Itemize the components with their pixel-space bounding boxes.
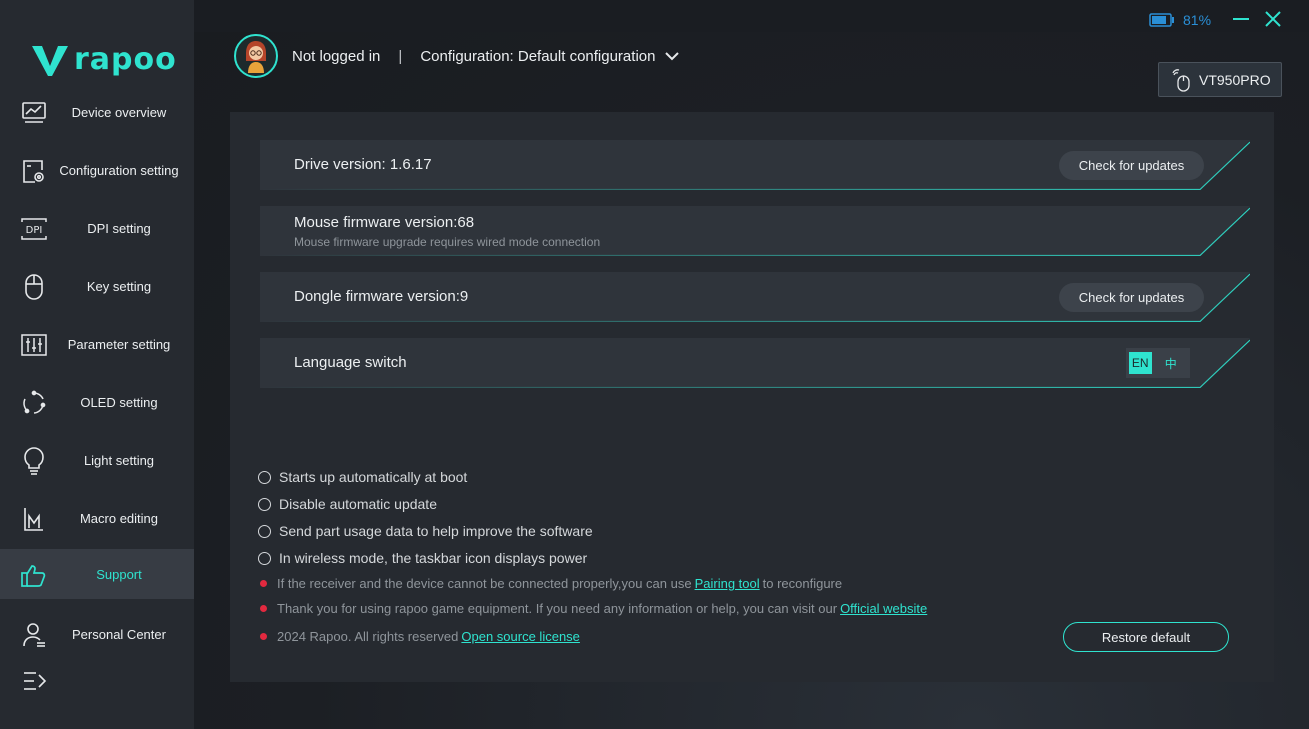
configuration-dropdown[interactable]: Configuration: Default configuration <box>420 47 680 65</box>
language-toggle: EN 中 <box>1126 348 1190 378</box>
device-name: VT950PRO <box>1199 71 1271 88</box>
option-label: Starts up automatically at boot <box>279 469 468 485</box>
header-separator: | <box>398 47 403 65</box>
support-panel: Drive version: 1.6.17 Check for updates … <box>230 112 1274 682</box>
option-autostart[interactable]: Starts up automatically at boot <box>258 469 467 485</box>
sidebar-item-personal-center[interactable]: Personal Center <box>0 609 194 659</box>
option-taskbar-power[interactable]: In wireless mode, the taskbar icon displ… <box>258 550 587 566</box>
radio-button[interactable] <box>258 551 271 565</box>
copyright-note: 2024 Rapoo. All rights reserved Open sou… <box>260 629 583 644</box>
option-label: Disable automatic update <box>279 496 437 512</box>
rapoo-logo: rapoo <box>32 42 177 77</box>
svg-text:DPI: DPI <box>26 225 43 236</box>
sidebar-item-label: OLED setting <box>80 394 158 410</box>
battery-percent: 81% <box>1183 12 1212 28</box>
official-website-link[interactable]: Official website <box>840 601 927 616</box>
minimize-icon[interactable] <box>1230 8 1252 30</box>
lang-en-button[interactable]: EN <box>1129 352 1152 374</box>
option-usage-data[interactable]: Send part usage data to help improve the… <box>258 523 593 539</box>
radio-button[interactable] <box>258 524 271 538</box>
sidebar-item-parameter-setting[interactable]: Parameter setting <box>0 319 194 369</box>
battery-icon <box>1149 13 1174 27</box>
sidebar-item-label: Device overview <box>71 104 167 120</box>
sidebar-item-macro-editing[interactable]: Macro editing <box>0 493 194 543</box>
mouse-firmware-text: Mouse firmware version:68 <box>294 214 475 231</box>
dongle-firmware-row: Dongle firmware version:9 Check for upda… <box>260 272 1250 322</box>
thanks-note: Thank you for using rapoo game equipment… <box>260 601 930 616</box>
radio-button[interactable] <box>258 497 271 511</box>
configuration-label: Configuration: Default configuration <box>420 47 656 65</box>
language-switch-row: Language switch EN 中 <box>260 338 1250 388</box>
sidebar-item-label: Configuration setting <box>59 162 179 178</box>
drive-version-row: Drive version: 1.6.17 Check for updates <box>260 140 1250 190</box>
sidebar-item-device-overview[interactable]: Device overview <box>0 87 194 137</box>
drive-version-text: Drive version: 1.6.17 <box>294 156 432 173</box>
avatar-girl-icon <box>246 41 266 73</box>
bullet-dot <box>260 580 267 587</box>
user-header: Not logged in | Configuration: Default c… <box>234 34 680 78</box>
close-icon[interactable] <box>1262 8 1284 30</box>
option-disable-auto-update[interactable]: Disable automatic update <box>258 496 437 512</box>
sidebar-item-label: Support <box>96 566 142 582</box>
pairing-note: If the receiver and the device cannot be… <box>260 576 842 591</box>
device-select-button[interactable]: VT950PRO <box>1158 62 1282 97</box>
collapse-menu-icon[interactable] <box>22 668 48 694</box>
logo-text: rapoo <box>74 42 177 77</box>
mouse-firmware-hint: Mouse firmware upgrade requires wired mo… <box>294 235 601 249</box>
sidebar-item-key-setting[interactable]: Key setting <box>0 261 194 311</box>
sidebar-item-label: Key setting <box>86 278 152 294</box>
option-label: In wireless mode, the taskbar icon displ… <box>279 550 588 566</box>
dongle-firmware-text: Dongle firmware version:9 <box>294 288 469 305</box>
option-label: Send part usage data to help improve the… <box>279 523 593 539</box>
note-text: Thank you for using rapoo game equipment… <box>277 601 838 616</box>
sidebar: rapoo Device overview Configuration sett… <box>0 0 194 729</box>
bullet-dot <box>260 633 267 640</box>
rapoo-v-logo-icon <box>32 45 68 76</box>
sidebar-item-configuration-setting[interactable]: Configuration setting <box>0 145 194 195</box>
note-text: to reconfigure <box>762 576 843 591</box>
battery-indicator: 81% <box>1149 12 1211 28</box>
bullet-dot <box>260 605 267 612</box>
radio-button[interactable] <box>258 470 271 484</box>
sidebar-item-oled-setting[interactable]: OLED setting <box>0 377 194 427</box>
sidebar-item-support[interactable]: Support <box>0 549 194 599</box>
drive-check-updates-button[interactable]: Check for updates <box>1059 151 1204 180</box>
sidebar-item-label: Parameter setting <box>67 336 171 352</box>
title-bar: 81% <box>194 0 1309 32</box>
lang-zh-button[interactable]: 中 <box>1160 352 1183 374</box>
dongle-check-updates-button[interactable]: Check for updates <box>1059 283 1204 312</box>
sidebar-item-label: Personal Center <box>72 626 166 642</box>
chevron-down-icon <box>665 52 680 61</box>
pairing-tool-link[interactable]: Pairing tool <box>695 576 760 591</box>
note-text: If the receiver and the device cannot be… <box>277 576 692 591</box>
wireless-mouse-icon <box>1172 68 1190 92</box>
restore-default-button[interactable]: Restore default <box>1063 622 1229 652</box>
main-area: 81% Not logged in | Configuration: Defau… <box>194 0 1309 729</box>
sidebar-item-label: Macro editing <box>79 510 159 526</box>
note-text: 2024 Rapoo. All rights reserved <box>277 629 459 644</box>
sidebar-item-dpi-setting[interactable]: DPI DPI setting <box>0 203 194 253</box>
avatar[interactable] <box>234 34 278 78</box>
language-switch-text: Language switch <box>294 354 407 371</box>
login-status[interactable]: Not logged in <box>292 48 380 65</box>
sidebar-item-light-setting[interactable]: Light setting <box>0 435 194 485</box>
sidebar-item-label: DPI setting <box>87 220 151 236</box>
mouse-firmware-row: Mouse firmware version:68 Mouse firmware… <box>260 206 1250 256</box>
sidebar-item-label: Light setting <box>83 452 155 468</box>
open-source-license-link[interactable]: Open source license <box>461 629 580 644</box>
